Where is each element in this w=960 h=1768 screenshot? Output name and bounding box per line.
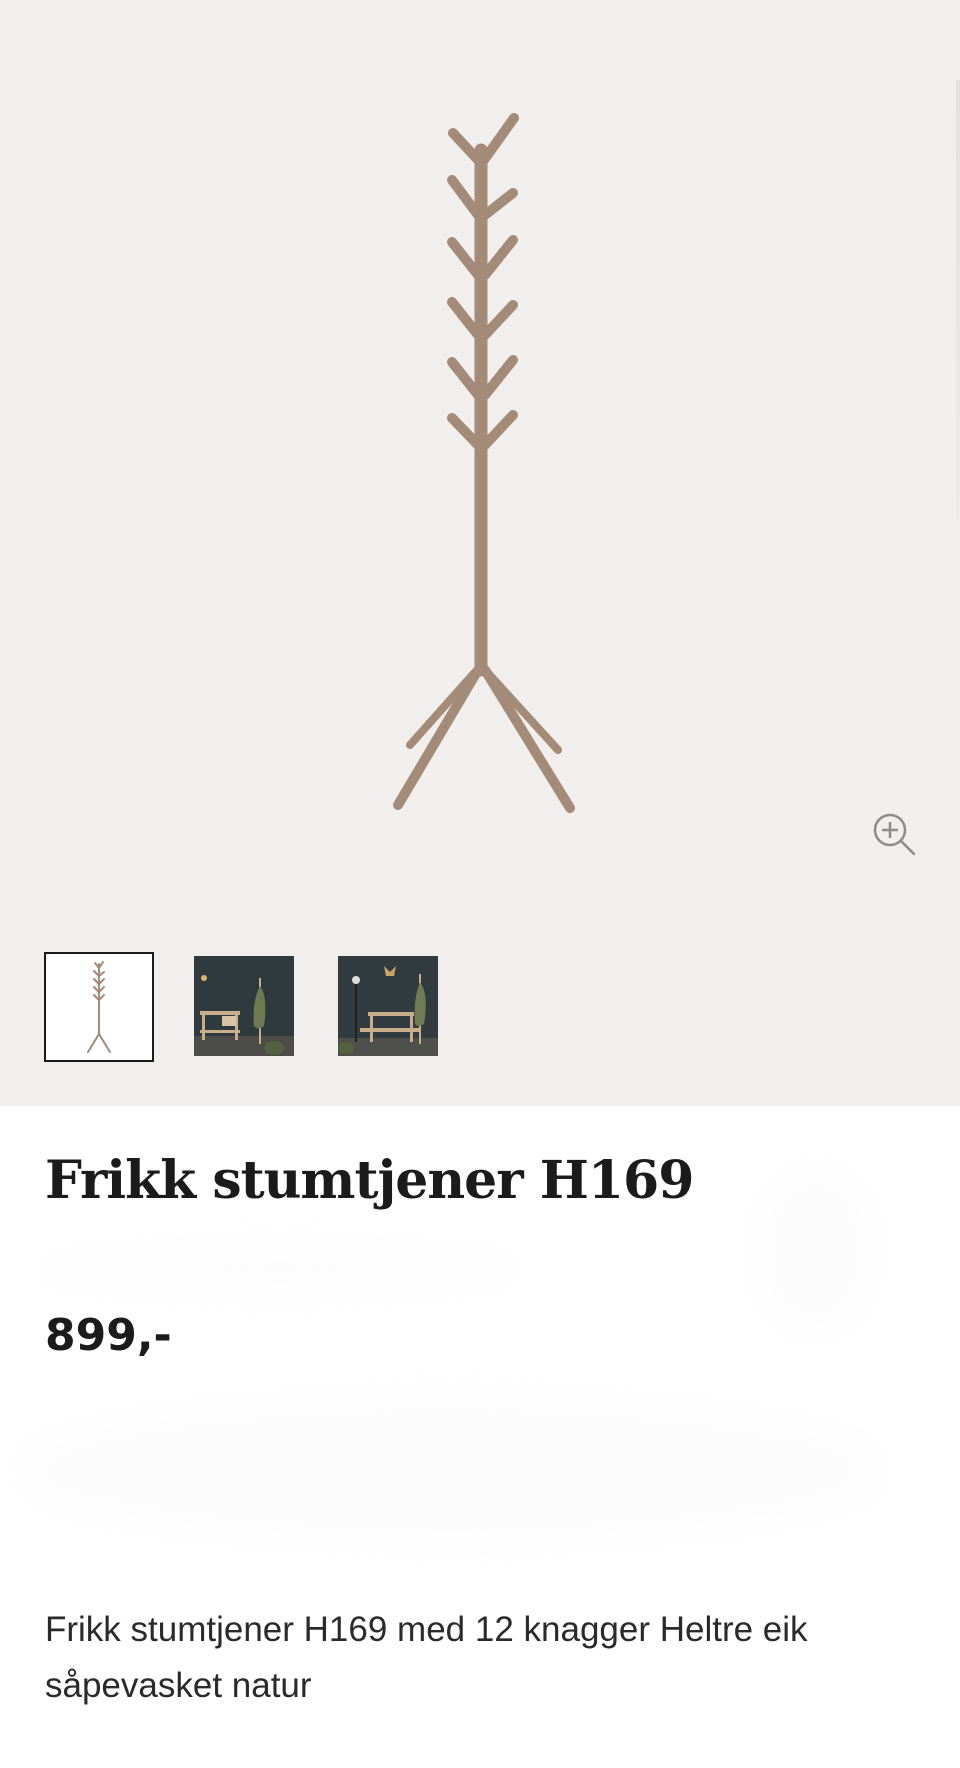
blurred-overlay xyxy=(40,1250,520,1290)
product-price: 899,- xyxy=(45,1310,172,1361)
image-scroll-edge xyxy=(956,80,960,520)
thumbnail-product-white[interactable] xyxy=(44,952,154,1062)
room-scene-image xyxy=(194,956,294,1056)
room-scene-image xyxy=(338,956,438,1056)
zoom-in-icon xyxy=(873,813,916,856)
blurred-overlay xyxy=(760,1170,870,1330)
blurred-overlay xyxy=(20,1400,880,1540)
thumbnail-room-scene-2[interactable] xyxy=(338,956,438,1056)
zoom-button[interactable] xyxy=(872,812,918,858)
product-gallery xyxy=(0,0,960,1106)
thumbnail-room-scene-1[interactable] xyxy=(194,956,294,1056)
product-title: Frikk stumtjener H169 xyxy=(45,1150,694,1211)
thumbnail-coat-stand-image xyxy=(87,961,111,1053)
product-image[interactable] xyxy=(0,0,960,920)
product-description: Frikk stumtjener H169 med 12 knagger Hel… xyxy=(45,1610,808,1705)
